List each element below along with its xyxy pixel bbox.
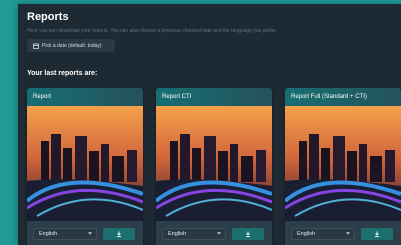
card-footer: English <box>285 221 401 245</box>
download-icon <box>117 231 121 237</box>
card-title: Report <box>27 88 143 106</box>
pick-date-label: Pick a date (default: today) <box>42 42 102 49</box>
download-icon <box>375 231 379 237</box>
download-button[interactable] <box>103 228 135 240</box>
language-value: English <box>297 231 316 237</box>
chevron-down-icon <box>217 232 221 235</box>
report-card: Report English <box>27 88 143 245</box>
language-select[interactable]: English <box>291 228 355 240</box>
download-button[interactable] <box>361 228 393 240</box>
page-title: Reports <box>27 11 69 23</box>
card-title: Report CTI <box>156 88 272 106</box>
card-footer: English <box>156 221 272 245</box>
card-title: Report Full (Standard + CTI) <box>285 88 401 106</box>
section-title: Your last reports are: <box>27 70 98 77</box>
city-night-image <box>27 106 143 221</box>
calendar-icon <box>33 43 39 49</box>
page-subtitle: Here you can download your reports. You … <box>27 28 277 34</box>
download-button[interactable] <box>232 228 264 240</box>
chevron-down-icon <box>346 232 350 235</box>
language-value: English <box>168 231 187 237</box>
chevron-down-icon <box>88 232 92 235</box>
pick-date-button[interactable]: Pick a date (default: today) <box>27 39 115 52</box>
city-night-image <box>156 106 272 221</box>
city-night-image <box>285 106 401 221</box>
card-footer: English <box>27 221 143 245</box>
language-select[interactable]: English <box>162 228 226 240</box>
reports-panel: Reports Here you can download your repor… <box>18 4 401 245</box>
language-value: English <box>39 231 58 237</box>
language-select[interactable]: English <box>33 228 97 240</box>
report-card: Report CTI English <box>156 88 272 245</box>
report-card: Report Full (Standard + CTI) English <box>285 88 401 245</box>
download-icon <box>246 231 250 237</box>
